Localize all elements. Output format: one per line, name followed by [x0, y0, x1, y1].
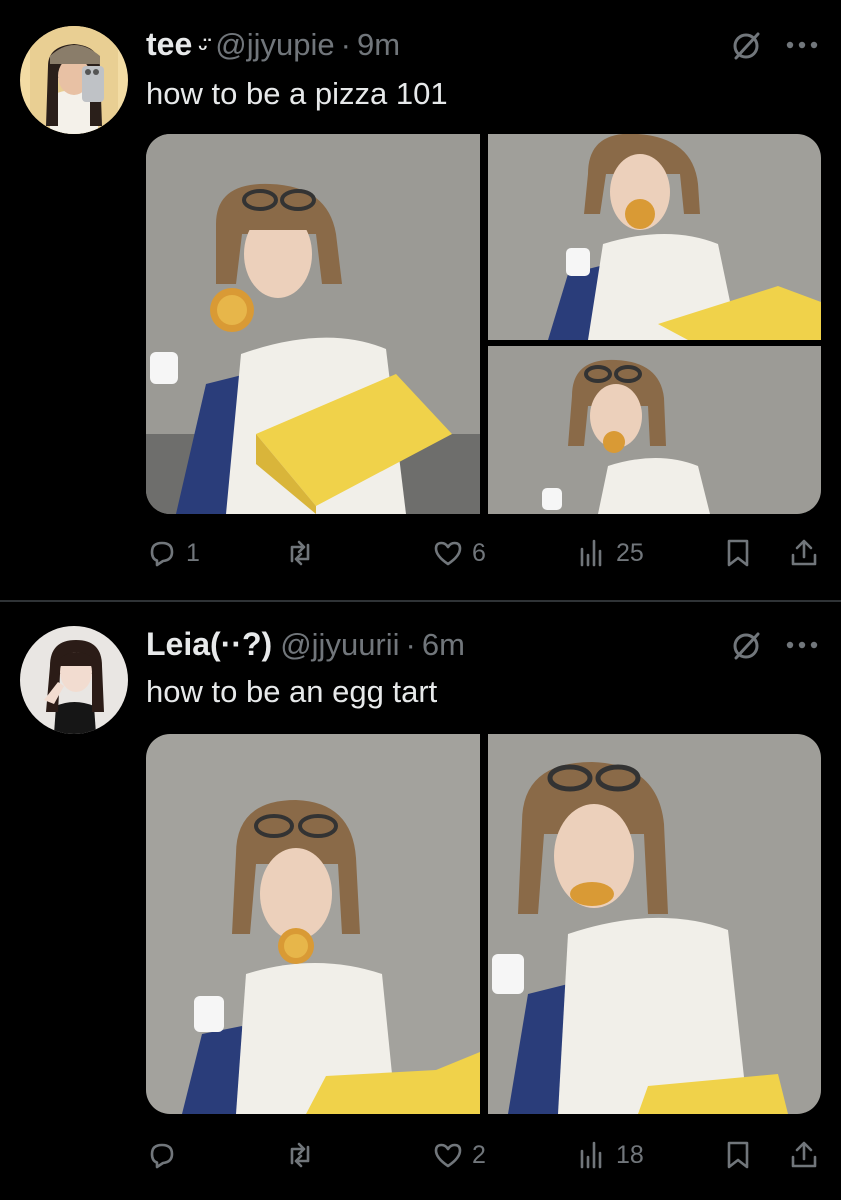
avatar[interactable] — [20, 626, 128, 734]
photo[interactable] — [488, 734, 821, 1114]
tweet-text: how to be a pizza 101 — [146, 76, 448, 111]
share-button[interactable] — [788, 532, 820, 574]
grok-icon[interactable] — [728, 628, 764, 664]
views-count: 18 — [616, 1140, 644, 1169]
display-name[interactable]: tee — [146, 26, 192, 63]
bookmark-icon — [727, 539, 749, 567]
repost-button[interactable] — [284, 1134, 324, 1176]
reply-count: 1 — [186, 538, 200, 567]
media-grid — [146, 134, 821, 514]
like-button[interactable]: 6 — [432, 532, 486, 574]
reply-icon — [150, 541, 174, 567]
timestamp[interactable]: 6m — [422, 627, 465, 663]
photo[interactable] — [488, 346, 821, 514]
bookmark-icon — [727, 1141, 749, 1169]
like-count: 2 — [472, 1140, 486, 1169]
tweet-actions: 2 18 — [146, 1134, 821, 1176]
more-icon[interactable] — [784, 38, 820, 52]
tweet-actions: 1 6 25 — [146, 532, 821, 574]
separator-dot: · — [340, 27, 351, 62]
photo[interactable] — [146, 734, 480, 1114]
tweet-header: tee ᵕ̈ @jjyupie · 9m — [146, 26, 400, 66]
avatar[interactable] — [20, 26, 128, 134]
grok-icon[interactable] — [728, 28, 764, 64]
repost-button[interactable] — [284, 532, 324, 574]
photo[interactable] — [146, 134, 480, 514]
views-icon — [580, 539, 602, 567]
views-count: 25 — [616, 538, 644, 567]
tweet[interactable]: Leia(··?) @jjyuurii · 6m how to be an eg… — [0, 602, 841, 1200]
user-handle[interactable]: @jjyupie — [215, 27, 334, 63]
display-name-suffix: ᵕ̈ — [198, 35, 208, 60]
views-button[interactable]: 25 — [576, 532, 644, 574]
share-button[interactable] — [788, 1134, 820, 1176]
bookmark-button[interactable] — [722, 532, 754, 574]
bookmark-button[interactable] — [722, 1134, 754, 1176]
reply-icon — [150, 1143, 174, 1169]
separator-dot: · — [405, 627, 416, 662]
timestamp[interactable]: 9m — [357, 27, 400, 63]
like-icon — [434, 541, 462, 566]
media-grid — [146, 734, 821, 1114]
views-button[interactable]: 18 — [576, 1134, 644, 1176]
reply-button[interactable] — [146, 1134, 186, 1176]
like-button[interactable]: 2 — [432, 1134, 486, 1176]
display-name[interactable]: Leia(··?) — [146, 626, 272, 663]
like-count: 6 — [472, 538, 486, 567]
repost-icon — [290, 1142, 310, 1168]
share-icon — [791, 539, 817, 566]
user-handle[interactable]: @jjyuurii — [280, 627, 399, 663]
tweet-header: Leia(··?) @jjyuurii · 6m — [146, 626, 465, 666]
like-icon — [434, 1143, 462, 1168]
photo[interactable] — [488, 134, 821, 340]
tweet-text: how to be an egg tart — [146, 674, 438, 709]
views-icon — [580, 1141, 602, 1169]
more-icon[interactable] — [784, 638, 820, 652]
repost-icon — [290, 540, 310, 566]
tweet[interactable]: tee ᵕ̈ @jjyupie · 9m how to be a pizza 1… — [0, 0, 841, 600]
reply-button[interactable]: 1 — [146, 532, 200, 574]
share-icon — [791, 1141, 817, 1168]
